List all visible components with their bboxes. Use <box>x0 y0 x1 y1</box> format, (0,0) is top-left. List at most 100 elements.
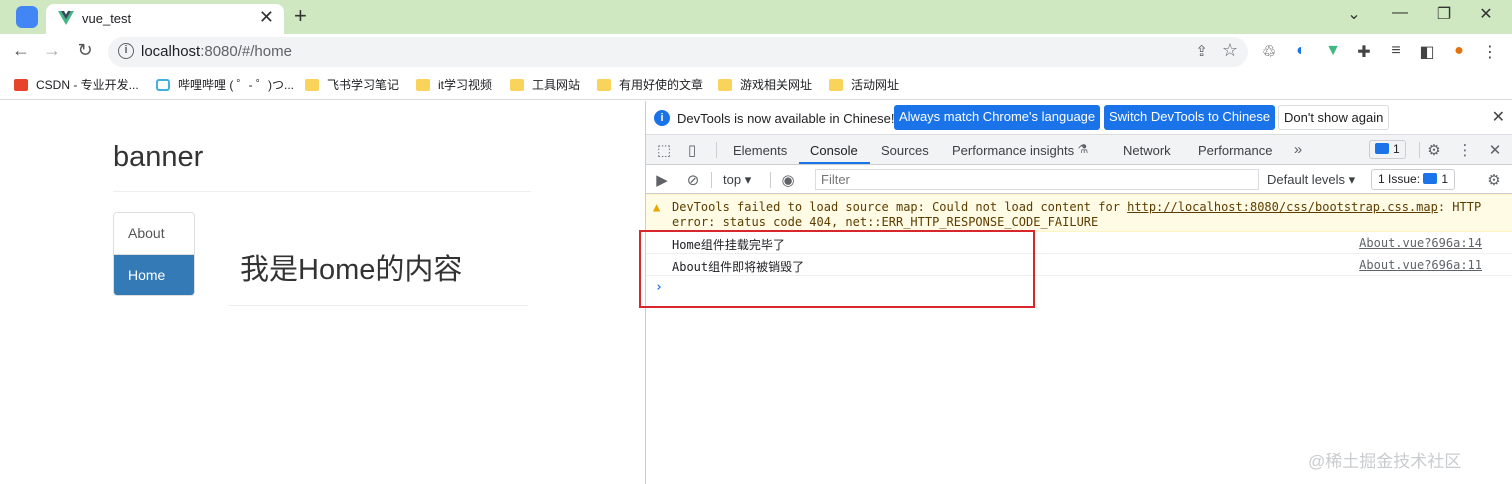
bookmark-folder[interactable]: 飞书学习笔记 <box>305 76 399 93</box>
folder-icon <box>416 79 430 91</box>
clear-console-icon[interactable]: ⊘ <box>684 171 702 189</box>
divider <box>113 191 531 192</box>
context-selector[interactable]: top ▾ <box>723 172 751 188</box>
flask-icon: ⚗ <box>1077 142 1089 156</box>
settings-gear-icon[interactable]: ⚙ <box>1425 141 1443 159</box>
separator <box>716 142 717 158</box>
profile-avatar[interactable]: ● <box>1449 42 1469 60</box>
share-icon[interactable]: ⇪ <box>1195 42 1208 60</box>
console-settings-icon[interactable]: ⚙ <box>1485 171 1503 189</box>
separator <box>711 172 712 188</box>
folder-icon <box>305 79 319 91</box>
more-options-icon[interactable]: ⋮ <box>1456 141 1474 159</box>
vue-devtools-icon[interactable]: ▼ <box>1323 42 1343 60</box>
bookmark-star-icon[interactable]: ☆ <box>1222 40 1238 61</box>
back-icon[interactable]: ← <box>9 40 33 61</box>
log-source-link[interactable]: About.vue?696a:14 <box>1359 236 1482 250</box>
nav-link-about[interactable]: About <box>114 213 194 254</box>
bookmark-folder[interactable]: 有用好使的文章 <box>597 76 703 93</box>
dont-show-again-button[interactable]: Don't show again <box>1278 105 1390 130</box>
warning-icon: ▲ <box>653 200 661 214</box>
site-info-icon[interactable]: i <box>118 43 134 59</box>
devtools-tab-bar: ⬚ ▯ Elements Console Sources Performance… <box>646 135 1512 165</box>
message-icon <box>1375 143 1389 154</box>
info-icon: i <box>654 110 670 126</box>
bilibili-icon <box>156 79 170 91</box>
console-toolbar: ▶ ⊘ top ▾ ◉ Default levels ▾ 1 Issue: 1 … <box>646 165 1512 194</box>
show-sidebar-icon[interactable]: ▶ <box>653 171 671 189</box>
reading-list-icon[interactable]: ≡ <box>1386 42 1406 60</box>
bookmark-item[interactable]: 哔哩哔哩 ( ゜- ゜)つ... <box>156 76 294 93</box>
bookmark-item[interactable]: CSDN - 专业开发... <box>14 76 139 93</box>
red-highlight-box <box>639 230 1035 308</box>
tab-title: vue_test <box>82 11 132 26</box>
issue-icon <box>1423 173 1438 184</box>
minimize-icon[interactable]: — <box>1380 4 1420 22</box>
tab-strip: vue_test ✕ + ⌄ — ❐ ✕ <box>0 0 1512 34</box>
docs-tab-icon[interactable] <box>16 6 38 28</box>
device-toolbar-icon[interactable]: ▯ <box>683 141 701 159</box>
folder-icon <box>510 79 524 91</box>
nav-link-home[interactable]: Home <box>114 254 194 295</box>
source-map-link[interactable]: http://localhost:8080/css/bootstrap.css.… <box>1127 200 1438 214</box>
more-tabs-icon[interactable]: » <box>1289 141 1307 158</box>
forward-icon[interactable]: → <box>40 40 64 61</box>
new-tab-button[interactable]: + <box>294 3 307 29</box>
csdn-icon <box>14 79 28 91</box>
inspect-element-icon[interactable]: ⬚ <box>655 141 673 159</box>
folder-icon <box>829 79 843 91</box>
reload-icon[interactable]: ↻ <box>73 40 97 61</box>
watermark: @稀土掘金技术社区 <box>1308 452 1462 471</box>
close-window-icon[interactable]: ✕ <box>1466 4 1506 24</box>
address-bar[interactable]: i localhost:8080/#/home ⇪ ☆ <box>108 37 1248 67</box>
warning-line2: error: status code 404, net::ERR_HTTP_RE… <box>672 215 1099 229</box>
live-expression-eye-icon[interactable]: ◉ <box>779 171 797 189</box>
tab-console[interactable]: Console <box>810 143 858 158</box>
home-content-heading: 我是Home的内容 <box>240 254 463 286</box>
folder-icon <box>718 79 732 91</box>
extension-icon[interactable]: ◐ <box>1291 42 1311 60</box>
bookmark-folder[interactable]: 工具网站 <box>510 76 580 93</box>
browser-tab-active[interactable]: vue_test ✕ <box>46 4 284 34</box>
tab-sources[interactable]: Sources <box>881 143 929 158</box>
tab-close-icon[interactable]: ✕ <box>259 7 274 28</box>
divider <box>228 305 528 306</box>
bookmark-folder[interactable]: 活动网址 <box>829 76 899 93</box>
restore-icon[interactable]: ❐ <box>1424 4 1464 24</box>
close-infobar-icon[interactable]: ✕ <box>1492 107 1505 127</box>
log-levels-dropdown[interactable]: Default levels ▾ <box>1267 172 1355 188</box>
tab-elements[interactable]: Elements <box>733 143 787 158</box>
separator <box>770 172 771 188</box>
url-text[interactable]: localhost:8080/#/home <box>141 43 292 60</box>
console-filter-input[interactable] <box>815 169 1259 190</box>
extensions-puzzle-icon[interactable]: ✚ <box>1354 42 1374 62</box>
browser-toolbar: ← → ↻ i localhost:8080/#/home ⇪ ☆ ♲ ◐ ▼ … <box>0 34 1512 70</box>
issues-button[interactable]: 1 Issue: 1 <box>1371 169 1456 190</box>
switch-to-chinese-button[interactable]: Switch DevTools to Chinese <box>1104 105 1276 130</box>
separator <box>1419 142 1420 158</box>
tab-search-icon[interactable]: ⌄ <box>1334 4 1374 24</box>
infobar-message: DevTools is now available in Chinese! <box>677 111 895 126</box>
bookmark-folder[interactable]: 游戏相关网址 <box>718 76 812 93</box>
warning-line1: DevTools failed to load source map: Coul… <box>672 200 1482 214</box>
console-warning-message: ▲ DevTools failed to load source map: Co… <box>646 194 1512 232</box>
devtools-language-infobar: i DevTools is now available in Chinese! … <box>646 101 1512 135</box>
close-devtools-icon[interactable]: ✕ <box>1486 141 1504 159</box>
nav-list: About Home <box>113 212 195 296</box>
bookmark-folder[interactable]: it学习视频 <box>416 76 492 93</box>
page-viewport: banner About Home 我是Home的内容 <box>0 101 645 484</box>
tab-performance-insights[interactable]: Performance insights <box>952 143 1074 158</box>
side-panel-icon[interactable]: ◧ <box>1417 42 1437 62</box>
log-source-link[interactable]: About.vue?696a:11 <box>1359 258 1482 272</box>
tab-performance[interactable]: Performance <box>1198 143 1272 158</box>
always-match-language-button[interactable]: Always match Chrome's language <box>894 105 1101 130</box>
menu-icon[interactable]: ⋮ <box>1480 42 1500 62</box>
tab-network[interactable]: Network <box>1123 143 1171 158</box>
folder-icon <box>597 79 611 91</box>
messages-badge[interactable]: 1 <box>1369 140 1406 159</box>
bookmarks-bar: CSDN - 专业开发... 哔哩哔哩 ( ゜- ゜)つ... 飞书学习笔记 i… <box>0 70 1512 100</box>
page-banner: banner <box>113 141 204 173</box>
recycle-extension-icon[interactable]: ♲ <box>1259 42 1279 62</box>
active-tab-indicator <box>799 162 870 164</box>
vue-logo-icon <box>58 11 74 30</box>
